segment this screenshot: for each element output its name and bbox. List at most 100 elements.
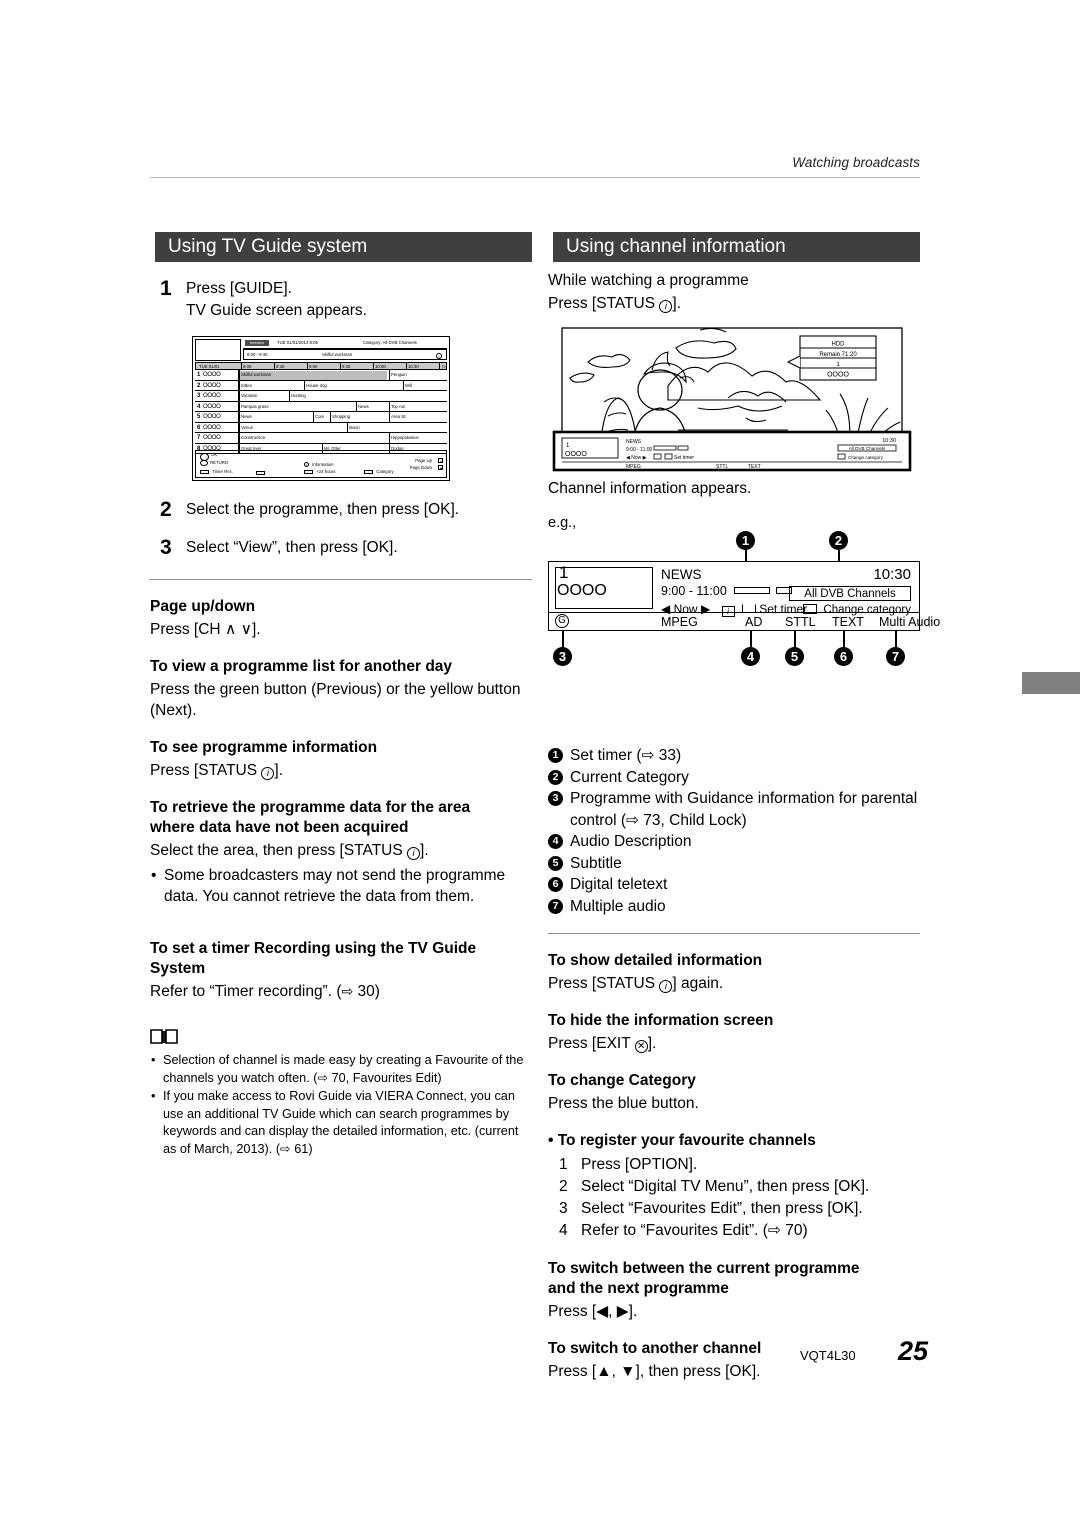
guidance-mark: G bbox=[555, 614, 569, 628]
callout-key-item: 7 Multiple audio bbox=[548, 896, 920, 918]
svg-text:9:00 - 11:00: 9:00 - 11:00 bbox=[626, 447, 653, 453]
svg-text:Change category: Change category bbox=[848, 455, 884, 460]
guide-programme-divider bbox=[304, 380, 305, 390]
favourites-steps: 1 Press [OPTION]. 2 Select “Digital TV Menu… bbox=[548, 1154, 920, 1242]
guide-channel-row[interactable]: 3 OOOO Vacation Hunting bbox=[195, 391, 447, 402]
status-info-icon: i bbox=[436, 352, 442, 359]
running-head: Watching broadcasts bbox=[792, 155, 920, 170]
guide-programme-title[interactable]: Top run bbox=[391, 404, 405, 409]
timer-rec-key: Timer Rec. bbox=[200, 469, 233, 475]
guide-ok-label: OK bbox=[211, 452, 218, 457]
intro-line-2: Press [STATUS i]. bbox=[548, 293, 920, 314]
svg-text:OOOO: OOOO bbox=[565, 451, 587, 458]
guide-selected-time: 8:00 - 9:45 bbox=[247, 352, 268, 357]
favourites-step-number: 3 bbox=[559, 1200, 568, 1217]
timer-recording-body: Refer to “Timer recording”. (⇨ 30) bbox=[150, 981, 532, 1002]
manual-page: Watching broadcasts Using TV Guide syste… bbox=[0, 0, 1080, 1526]
guide-programme-divider bbox=[347, 422, 348, 432]
callout-key-number: 5 bbox=[548, 855, 563, 871]
callout-6-leader bbox=[843, 631, 845, 647]
guide-programme-title[interactable]: Pampas grass bbox=[241, 404, 268, 409]
guide-tick-2: 9:00 bbox=[309, 364, 318, 369]
guide-channel-row[interactable]: 6 OOOO Venus Moon bbox=[195, 422, 447, 433]
guide-channel-row[interactable]: 7 OOOO Construction Hippopotamus bbox=[195, 433, 447, 444]
green-button-icon bbox=[256, 471, 265, 476]
programme-info-post: ]. bbox=[274, 762, 284, 779]
retrieve-data-bullets: Some broadcasters may not send the progr… bbox=[150, 865, 532, 907]
clock: 10:30 bbox=[873, 566, 911, 583]
callout-key-number: 1 bbox=[548, 748, 563, 763]
timer-recording-post: 30) bbox=[353, 983, 380, 1000]
guide-channel-number: 4 bbox=[197, 403, 201, 410]
retrieve-data-pre: Select the area, then press [STATUS bbox=[150, 842, 408, 859]
guide-programme-title[interactable]: Com bbox=[315, 414, 324, 419]
heading-favourites: • To register your favourite channels bbox=[548, 1132, 816, 1149]
callout-1: 1 bbox=[736, 531, 755, 550]
guide-next-arrow-icon: ▷ bbox=[442, 363, 446, 370]
guide-programme-title[interactable]: Hippopotamus bbox=[391, 435, 419, 440]
guide-programme-divider bbox=[239, 380, 240, 390]
favourites-step-text: Select “Favourites Edit”, then press [OK… bbox=[581, 1200, 863, 1217]
favourites-step-text: Refer to “Favourites Edit”. (⇨ 70) bbox=[581, 1222, 808, 1239]
current-category: All DVB Channels bbox=[789, 586, 911, 601]
guide-programme-title[interactable]: Construction bbox=[241, 435, 265, 440]
favourites-step: 1 Press [OPTION]. bbox=[548, 1154, 920, 1176]
heading-detailed-info: To show detailed information bbox=[548, 952, 763, 969]
teletext-label: TEXT bbox=[832, 615, 864, 629]
hide-info-body: Press [EXIT ✕]. bbox=[548, 1033, 920, 1054]
guide-programme-title[interactable]: Will bbox=[405, 383, 412, 388]
svg-text:All DVB Channels: All DVB Channels bbox=[849, 446, 886, 451]
step-3-body: Select “View”, then press [OK]. bbox=[186, 539, 398, 556]
page-updown-body: Press [CH ∧ ∨]. bbox=[150, 619, 532, 640]
favourites-step: 4 Refer to “Favourites Edit”. (⇨ 70) bbox=[548, 1220, 920, 1242]
callout-3: 3 bbox=[553, 647, 572, 666]
guide-programme-title[interactable]: Hunting bbox=[291, 393, 306, 398]
guide-programme-title[interactable]: Area 91 bbox=[391, 414, 406, 419]
ch-up-icon: ∧ bbox=[224, 621, 237, 638]
freeview-logo: freeview bbox=[245, 340, 269, 346]
channel-info-panel: 1 OOOO NEWS 9:00 - 11:00 ◀ Now ▶ i Set t… bbox=[548, 561, 940, 631]
step-1: 1 Press [GUIDE]. TV Guide screen appears… bbox=[150, 278, 532, 322]
guide-programme-title[interactable]: Kitten bbox=[241, 383, 252, 388]
page-number: 25 bbox=[898, 1336, 929, 1366]
guide-tick-3: 9:30 bbox=[342, 364, 351, 369]
heading-timer-l2: System bbox=[150, 960, 206, 977]
guide-programme-title[interactable]: News bbox=[358, 404, 369, 409]
guide-page-down-label: Page Down bbox=[409, 465, 432, 470]
guide-programme-title[interactable]: News bbox=[241, 414, 252, 419]
callout-key-item: 3 Programme with Guidance information fo… bbox=[548, 788, 920, 831]
guide-programme-divider bbox=[356, 401, 357, 411]
guide-programme-title[interactable]: Venus bbox=[241, 425, 253, 430]
intro-line-2-pre: Press [STATUS bbox=[548, 295, 660, 312]
heading-change-category: To change Category bbox=[548, 1072, 696, 1089]
guide-programme-title[interactable]: House dog bbox=[306, 383, 327, 388]
guide-channel-row[interactable]: 5 OOOO News Com Shopping Area 91 bbox=[195, 412, 447, 423]
heading-retrieve-l2: where data have not been acquired bbox=[150, 819, 409, 836]
callout-5: 5 bbox=[785, 647, 804, 666]
guide-programme-divider bbox=[403, 380, 404, 390]
subtitle-label: STTL bbox=[785, 615, 816, 629]
guide-programme-title[interactable]: Skilful workman bbox=[241, 372, 271, 377]
favourites-step: 2 Select “Digital TV Menu”, then press [O… bbox=[548, 1176, 920, 1198]
guide-preview-box bbox=[195, 339, 241, 361]
guide-channel-row[interactable]: 1 OOOO Skilful workman Penguin bbox=[195, 370, 447, 381]
guide-return-label: RETURN bbox=[210, 460, 228, 465]
guide-programme-title[interactable]: Penguin bbox=[391, 372, 407, 377]
guide-programme-title[interactable]: Moon bbox=[349, 425, 360, 430]
channel-name-dots: OOOO bbox=[557, 582, 607, 599]
guide-programme-title[interactable]: Shopping bbox=[332, 414, 350, 419]
guide-programme-divider bbox=[389, 401, 390, 411]
info-panel-wrapper: 1 2 1 OOOO NEWS 9:00 - 11:00 ◀ Now ▶ i bbox=[548, 531, 940, 743]
guide-channel-row[interactable]: 2 OOOO Kitten House dog Will bbox=[195, 380, 447, 391]
return-icon bbox=[200, 460, 208, 466]
info-panel-bottom-row: G MPEG AD STTL TEXT Multi Audio bbox=[549, 612, 940, 631]
heading-another-day: To view a programme list for another day bbox=[150, 658, 453, 675]
red-button-icon bbox=[200, 470, 209, 475]
guide-channel-name: OOOO bbox=[203, 414, 221, 421]
callout-6: 6 bbox=[834, 647, 853, 666]
guide-channel-row[interactable]: 4 OOOO Pampas grass News Top run bbox=[195, 401, 447, 412]
svg-text:STTL: STTL bbox=[716, 464, 728, 470]
note-item: Selection of channel is made easy by cre… bbox=[150, 1052, 532, 1087]
information-icon: i bbox=[304, 462, 309, 467]
guide-programme-title[interactable]: Vacation bbox=[241, 393, 257, 398]
